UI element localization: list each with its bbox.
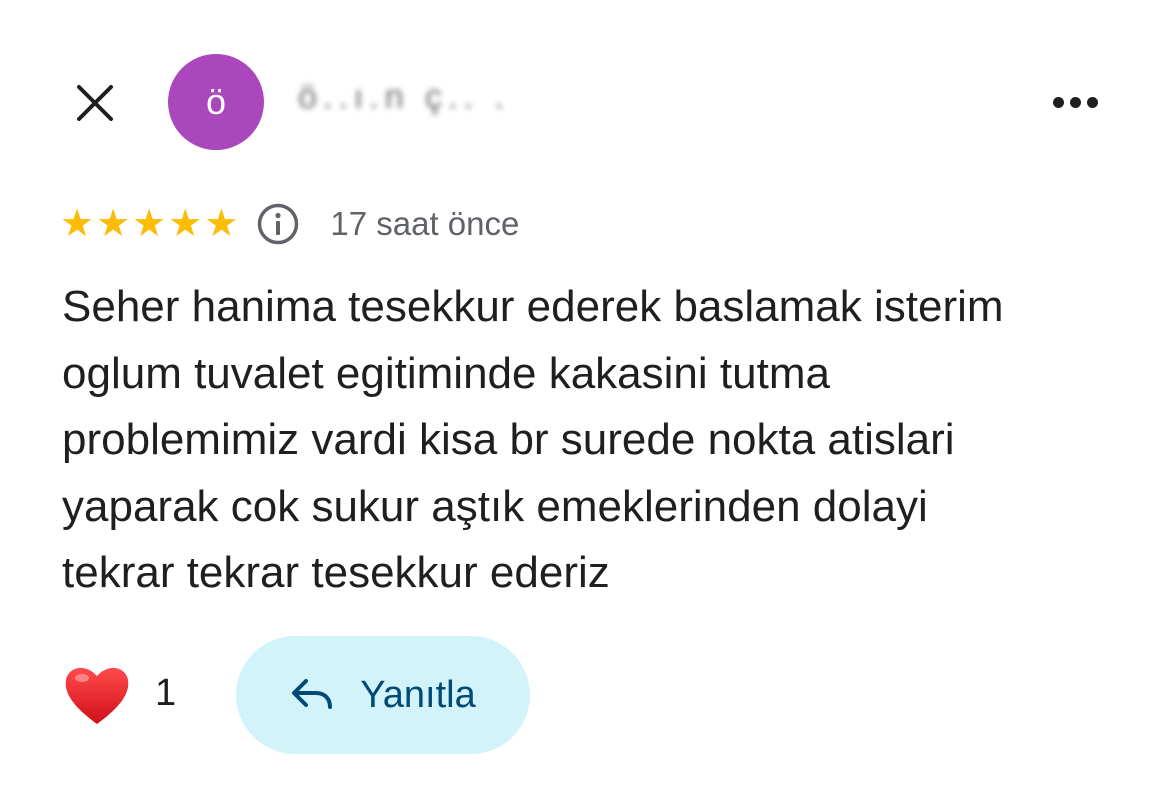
more-dot (1086, 96, 1098, 108)
like-button[interactable] (62, 660, 132, 730)
avatar-letter: ö (205, 81, 227, 122)
more-vert-icon (1052, 96, 1064, 108)
close-button[interactable] (70, 78, 120, 128)
star-rating: ★ ★ ★ ★ ★ (60, 205, 238, 243)
review-text: Seher hanima tesekkur ederek baslamak is… (62, 274, 1122, 607)
star-icon: ★ (132, 203, 167, 245)
more-dot (1069, 96, 1081, 108)
avatar[interactable]: ö (168, 54, 264, 150)
star-icon: ★ (96, 203, 131, 245)
heart-icon (65, 667, 129, 724)
reply-label: Yanıtla (360, 673, 476, 716)
review-line: yaparak cok sukur aştık emeklerinden dol… (62, 481, 928, 531)
star-icon: ★ (204, 203, 239, 245)
review-line: oglum tuvalet egitiminde kakasini tutma (62, 348, 830, 398)
star-icon: ★ (168, 203, 203, 245)
more-options-button[interactable] (1040, 82, 1110, 122)
review-line: problemimiz vardi kisa br surede nokta a… (62, 415, 955, 464)
review-line: tekrar tekrar tesekkur ederiz (62, 548, 610, 597)
review-time: 17 saat önce (330, 205, 520, 242)
star-icon: ★ (60, 203, 95, 245)
reply-arrow-icon (292, 679, 333, 709)
reply-button[interactable]: Yanıtla (236, 636, 530, 754)
review-line: Seher hanima tesekkur ederek baslamak is… (62, 282, 1004, 331)
review-meta: ★ ★ ★ ★ ★ 17 saat önce (60, 196, 519, 252)
info-icon[interactable] (256, 202, 300, 246)
review-card: ö ö..ı.n ç.. . ★ ★ ★ ★ ★ 17 saat önce Se… (0, 0, 1170, 795)
close-icon (77, 85, 113, 121)
author-name[interactable]: ö..ı.n ç.. . (298, 78, 518, 122)
like-count: 1 (155, 672, 177, 714)
